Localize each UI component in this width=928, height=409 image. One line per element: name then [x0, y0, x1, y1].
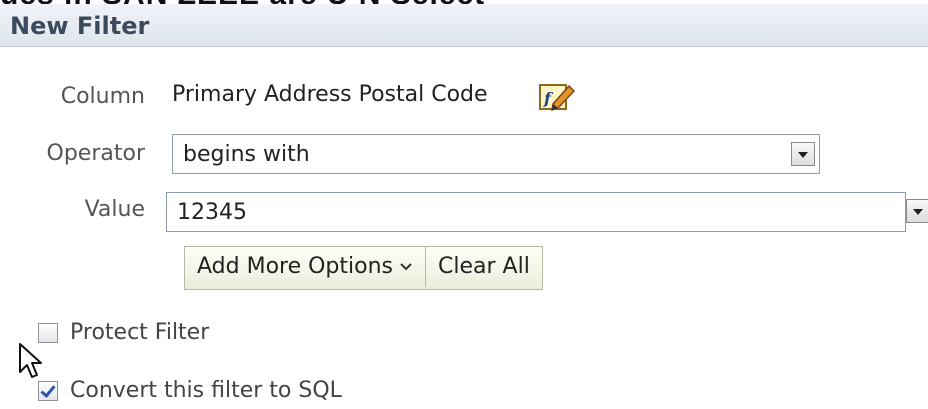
add-more-options-label: Add More Options — [197, 254, 394, 279]
filter-button-group: Add More Options Clear All — [184, 246, 543, 290]
column-value: Primary Address Postal Code — [172, 82, 488, 107]
value-dropdown-icon[interactable] — [906, 199, 928, 223]
operator-selected-value: begins with — [183, 142, 310, 167]
value-input-text: 12345 — [177, 200, 247, 225]
chevron-down-icon — [400, 263, 412, 271]
protect-filter-label: Protect Filter — [70, 320, 210, 345]
value-label: Value — [84, 197, 145, 222]
mouse-pointer-icon — [19, 343, 42, 378]
operator-label: Operator — [46, 141, 145, 166]
convert-sql-checkbox[interactable] — [38, 380, 58, 401]
convert-sql-label: Convert this filter to SQL — [70, 378, 342, 403]
chevron-down-icon[interactable] — [791, 142, 815, 166]
value-input[interactable]: 12345 — [166, 192, 906, 232]
convert-sql-row[interactable]: Convert this filter to SQL — [38, 378, 342, 403]
dialog-header: New Filter — [0, 4, 928, 47]
clear-all-label: Clear All — [438, 254, 530, 279]
add-more-options-button[interactable]: Add More Options — [185, 247, 425, 287]
protect-filter-row[interactable]: Protect Filter — [38, 320, 209, 345]
operator-select[interactable]: begins with — [172, 134, 820, 174]
dialog-title: New Filter — [10, 12, 150, 40]
clear-all-button[interactable]: Clear All — [425, 247, 542, 287]
protect-filter-checkbox[interactable] — [38, 322, 58, 343]
column-label: Column — [60, 84, 145, 109]
edit-formula-icon[interactable]: f — [539, 82, 576, 112]
